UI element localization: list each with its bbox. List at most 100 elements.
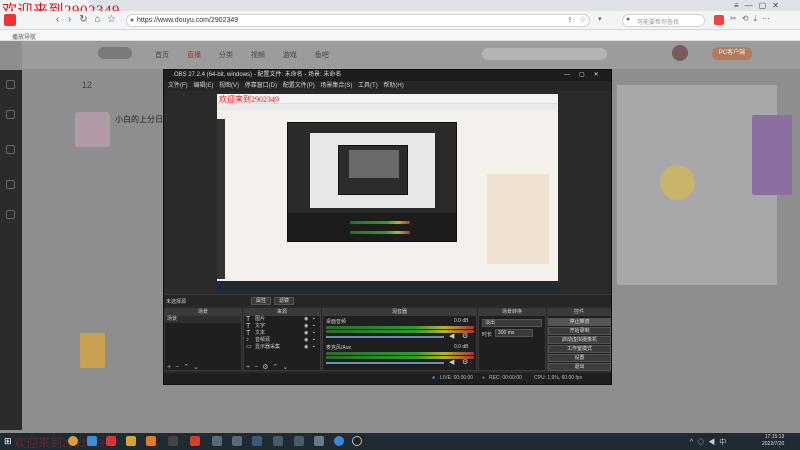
start-recording-button[interactable]: 开始录制	[548, 327, 611, 335]
add-source-icon[interactable]: +	[246, 364, 254, 371]
user-avatar[interactable]	[672, 45, 688, 61]
menu-view[interactable]: 视图(V)	[219, 83, 239, 89]
weibo-icon[interactable]	[106, 436, 116, 446]
cut-icon[interactable]: ✂	[730, 14, 742, 23]
sidebar-icon[interactable]	[4, 14, 16, 26]
visibility-icon[interactable]: ◉	[304, 316, 308, 323]
dropdown-icon[interactable]: ▾	[598, 15, 602, 23]
remove-source-icon[interactable]: −	[254, 364, 262, 371]
menu-edit[interactable]: 编辑(E)	[193, 83, 213, 89]
ime-icon[interactable]: 中	[719, 439, 730, 446]
promo-banner[interactable]	[752, 115, 792, 195]
source-row[interactable]: ▭ 显示器采集 ◉ ▪	[244, 344, 320, 351]
menu-scene-collection[interactable]: 场景集合(S)	[320, 83, 352, 89]
lock-icon[interactable]: ▪	[313, 330, 315, 337]
visibility-icon[interactable]: ◉	[304, 330, 308, 337]
stop-streaming-button[interactable]: 停止推流	[548, 318, 611, 326]
scene-up-icon[interactable]: ⌃	[183, 364, 193, 371]
visibility-icon[interactable]: ◉	[304, 323, 308, 330]
scene-item[interactable]: 场景	[165, 316, 241, 323]
back-icon[interactable]: ‹	[52, 14, 63, 25]
obs-icon[interactable]	[352, 436, 362, 446]
scene-down-icon[interactable]: ⌄	[193, 364, 203, 371]
sidebar-icon-4[interactable]	[6, 180, 15, 189]
source-row[interactable]: T 文本 ◉ ▪	[244, 330, 320, 337]
menu-docks[interactable]: 停靠窗口(D)	[245, 83, 277, 89]
lock-icon[interactable]: ▪	[313, 316, 315, 323]
volume-slider[interactable]	[326, 336, 444, 338]
minimize-icon[interactable]: —	[745, 1, 759, 10]
maximize-icon[interactable]: ▢	[759, 1, 773, 10]
obs-preview[interactable]: 欢迎来到2902349	[217, 94, 558, 291]
lock-icon[interactable]: ▪	[313, 337, 315, 344]
share-icon[interactable]: ⇪	[567, 16, 573, 24]
streamer-avatar[interactable]	[75, 112, 110, 147]
nav-live[interactable]: 直播	[187, 52, 201, 59]
source-row[interactable]: ♪ 音频源 ◉ ▪	[244, 337, 320, 344]
download-icon[interactable]: ⤓	[753, 14, 762, 23]
app-icon-14[interactable]	[334, 436, 344, 446]
address-bar[interactable]: ● https://www.douyu.com/2902349 ⇪ ☆	[126, 14, 590, 27]
remove-scene-icon[interactable]: −	[175, 364, 183, 371]
app-icon-7[interactable]	[190, 436, 200, 446]
studio-mode-button[interactable]: 工作室模式	[548, 345, 611, 353]
nav-home[interactable]: 首页	[155, 52, 169, 59]
app-icon-13[interactable]	[314, 436, 324, 446]
source-row[interactable]: T 文字 ◉ ▪	[244, 323, 320, 330]
properties-button[interactable]: 属性	[251, 297, 271, 305]
explorer-icon[interactable]	[126, 436, 136, 446]
sidebar-icon-3[interactable]	[6, 145, 15, 154]
duration-input[interactable]: 300 ms	[495, 329, 533, 337]
app-icon-9[interactable]	[232, 436, 242, 446]
menu-file[interactable]: 文件(F)	[168, 83, 188, 89]
volume-icon[interactable]: ◀	[708, 439, 719, 446]
app-icon-8[interactable]	[212, 436, 222, 446]
app-icon-5[interactable]	[146, 436, 156, 446]
douyu-logo[interactable]	[98, 47, 132, 59]
source-up-icon[interactable]: ⌃	[272, 364, 282, 371]
exit-button[interactable]: 退出	[548, 363, 611, 371]
menu-help[interactable]: 帮助(H)	[383, 83, 403, 89]
nav-category[interactable]: 分类	[219, 52, 233, 59]
nav-yuba[interactable]: 鱼吧	[315, 52, 329, 59]
volume-slider[interactable]	[326, 362, 444, 364]
nav-video[interactable]: 视频	[251, 52, 265, 59]
home-icon[interactable]: ⌂	[92, 14, 103, 25]
chrome-icon[interactable]	[68, 436, 78, 446]
gift-thumb[interactable]	[80, 333, 105, 368]
lock-icon[interactable]: ▪	[313, 323, 315, 330]
more-icon[interactable]: ⋯	[762, 14, 775, 23]
sidebar-icon-5[interactable]	[6, 210, 15, 219]
menu-profile[interactable]: 配置文件(P)	[283, 83, 315, 89]
menu-icon[interactable]: ≡	[734, 1, 745, 10]
obs-minimize-icon[interactable]: —	[564, 72, 579, 78]
visibility-icon[interactable]: ◉	[304, 344, 308, 351]
network-icon[interactable]: ◇	[697, 439, 708, 446]
close-icon[interactable]: ✕	[772, 1, 785, 10]
browser-app-icon[interactable]	[87, 436, 97, 446]
app-icon-6[interactable]	[168, 436, 178, 446]
speaker-icon[interactable]: ◀	[449, 358, 454, 366]
sidebar-icon-1[interactable]	[6, 80, 15, 89]
pc-client-button[interactable]: PC客户端	[712, 47, 752, 60]
menu-tools[interactable]: 工具(T)	[358, 83, 378, 89]
start-icon[interactable]: ⊞	[4, 436, 12, 447]
virtual-camera-button[interactable]: 启动虚拟摄像机	[548, 336, 611, 344]
lock-icon[interactable]: ▪	[313, 344, 315, 351]
steam-icon[interactable]	[252, 436, 262, 446]
star-icon[interactable]: ☆	[106, 14, 117, 25]
source-down-icon[interactable]: ⌄	[282, 364, 292, 371]
channel-settings-icon[interactable]: ⚙	[462, 332, 468, 340]
bookmark-nav[interactable]: 播放导航	[12, 32, 36, 41]
bookmark-star-icon[interactable]: ☆	[579, 15, 586, 24]
filters-button[interactable]: 滤镜	[274, 297, 294, 305]
forward-icon[interactable]: ›	[64, 14, 75, 25]
nav-game[interactable]: 游戏	[283, 52, 297, 59]
transition-select[interactable]: 淡出	[482, 319, 542, 327]
add-scene-icon[interactable]: +	[167, 364, 175, 371]
extensions-icon[interactable]	[714, 15, 724, 25]
channel-settings-icon[interactable]: ⚙	[462, 358, 468, 366]
visibility-icon[interactable]: ◉	[304, 337, 308, 344]
source-settings-icon[interactable]: ⚙	[262, 364, 272, 371]
history-icon[interactable]: ⟲	[742, 14, 754, 23]
